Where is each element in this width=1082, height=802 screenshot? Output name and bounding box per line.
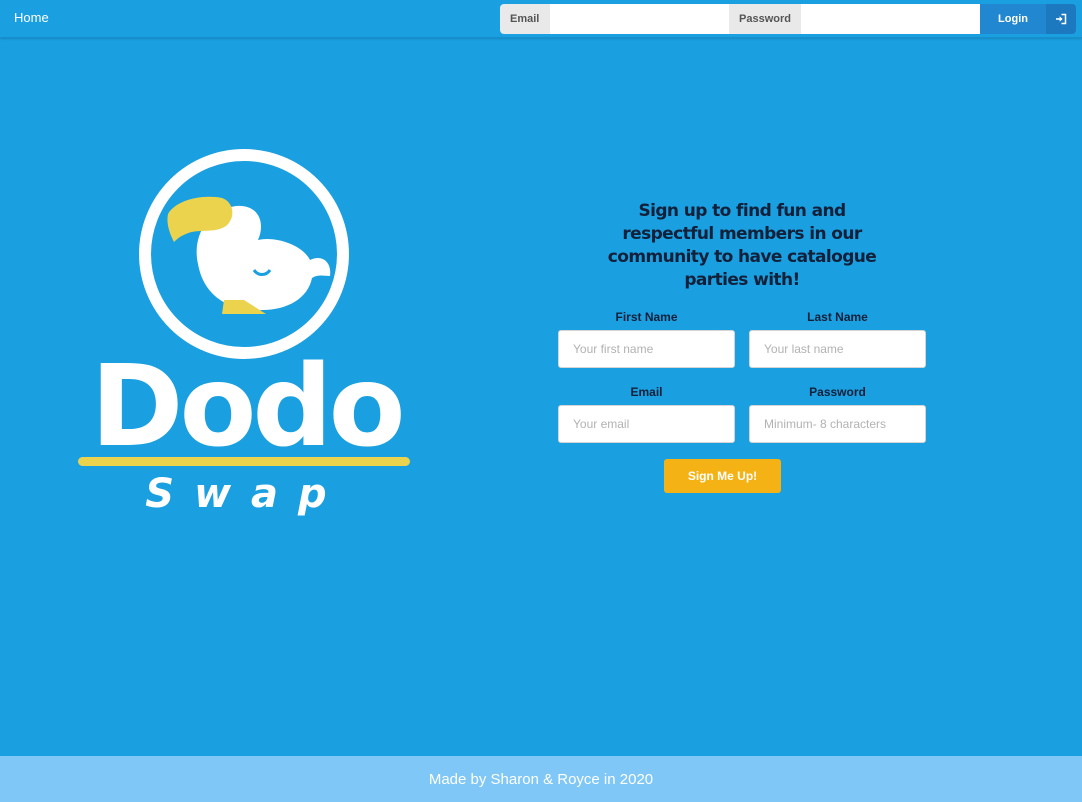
dodo-swap-logo: Dodo Swap <box>76 148 416 523</box>
password-label: Password <box>809 385 866 399</box>
login-email-label: Email <box>500 4 550 34</box>
password-input[interactable] <box>749 405 926 443</box>
dodo-bird-icon <box>167 196 331 314</box>
footer-text: Made by Sharon & Royce in 2020 <box>428 771 654 788</box>
email-label: Email <box>630 385 663 399</box>
last-name-label: Last Name <box>807 310 868 324</box>
email-input[interactable] <box>558 405 735 443</box>
login-form: Email Password Login <box>500 4 1076 34</box>
sign-in-icon <box>1046 4 1076 34</box>
login-button-label: Login <box>998 13 1028 25</box>
login-email-input[interactable] <box>550 4 729 34</box>
svg-text:Swap: Swap <box>145 471 346 517</box>
login-password-label: Password <box>729 4 801 34</box>
login-button[interactable]: Login <box>980 4 1076 34</box>
first-name-input[interactable] <box>558 330 735 368</box>
signup-form: Sign up to find fun and respectful membe… <box>552 200 932 503</box>
navbar: Home Email Password Login <box>0 0 1082 38</box>
svg-text:Dodo: Dodo <box>90 342 401 472</box>
footer: Made by Sharon & Royce in 2020 <box>0 756 1082 802</box>
login-password-input[interactable] <box>801 4 980 34</box>
nav-home-link[interactable]: Home <box>14 10 49 25</box>
last-name-input[interactable] <box>749 330 926 368</box>
sign-me-up-button[interactable]: Sign Me Up! <box>664 459 781 493</box>
first-name-label: First Name <box>615 310 678 324</box>
